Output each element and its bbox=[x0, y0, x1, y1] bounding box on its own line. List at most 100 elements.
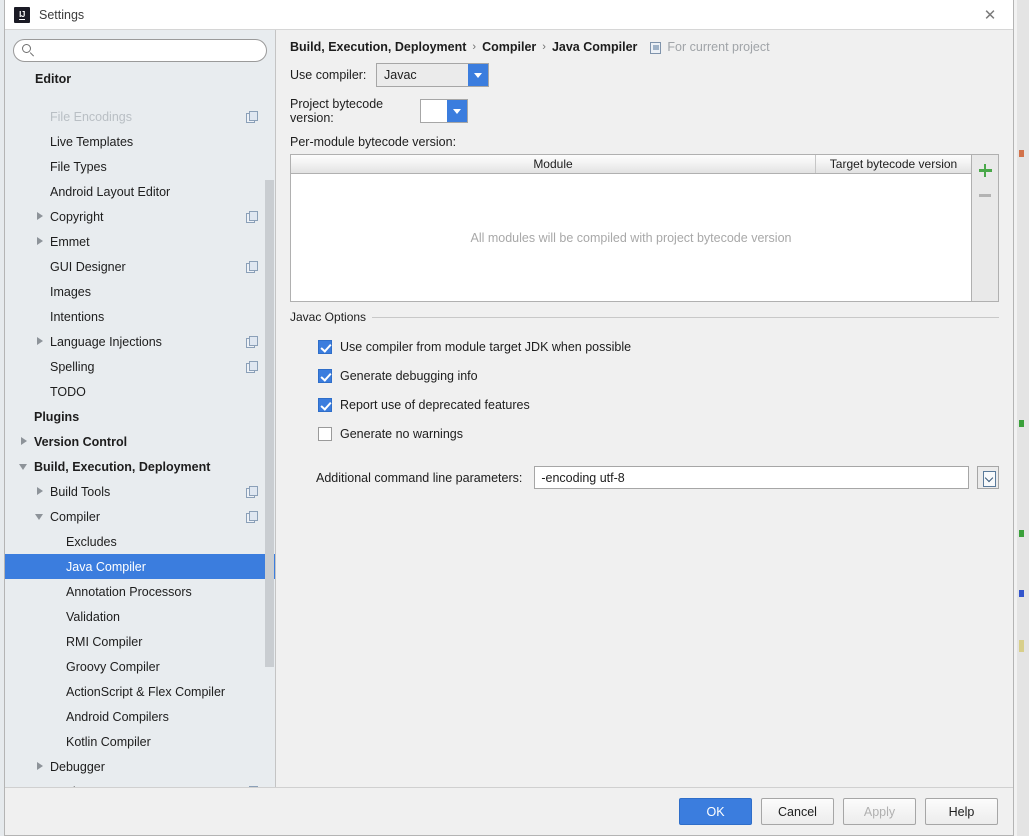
chevron-collapsed-icon[interactable] bbox=[35, 786, 46, 787]
checkbox-report-use-of-deprecated-features[interactable] bbox=[318, 398, 332, 412]
javac-option-row[interactable]: Report use of deprecated features bbox=[318, 392, 999, 417]
sidebar-item-actionscript-flex-compiler[interactable]: ActionScript & Flex Compiler bbox=[5, 679, 275, 704]
chevron-expanded-icon[interactable] bbox=[35, 511, 46, 522]
twisty-placeholder bbox=[35, 386, 46, 397]
sidebar-item-build-tools[interactable]: Build Tools bbox=[5, 479, 275, 504]
per-module-table: Module Target bytecode version All modul… bbox=[290, 154, 972, 302]
breadcrumb-item-compiler[interactable]: Compiler bbox=[482, 40, 536, 54]
additional-params-input[interactable] bbox=[534, 466, 969, 489]
sidebar-item-label: ActionScript & Flex Compiler bbox=[66, 685, 225, 699]
remove-module-button[interactable] bbox=[973, 183, 998, 208]
copy-settings-icon[interactable] bbox=[246, 511, 257, 522]
javac-option-label: Use compiler from module target JDK when… bbox=[340, 340, 631, 354]
breadcrumb-item-java-compiler[interactable]: Java Compiler bbox=[552, 40, 637, 54]
chevron-collapsed-icon[interactable] bbox=[35, 336, 46, 347]
sidebar-item-debugger[interactable]: Debugger bbox=[5, 754, 275, 779]
sidebar-item-annotation-processors[interactable]: Annotation Processors bbox=[5, 579, 275, 604]
sidebar-item-language-injections[interactable]: Language Injections bbox=[5, 329, 275, 354]
sidebar-item-todo[interactable]: TODO bbox=[5, 379, 275, 404]
sidebar-item-groovy-compiler[interactable]: Groovy Compiler bbox=[5, 654, 275, 679]
sidebar-item-gui-designer[interactable]: GUI Designer bbox=[5, 254, 275, 279]
sidebar-item-excludes[interactable]: Excludes bbox=[5, 529, 275, 554]
sidebar-item-deployment[interactable]: Deployment bbox=[5, 779, 275, 787]
help-button[interactable]: Help bbox=[925, 798, 998, 825]
sidebar-item-intentions[interactable]: Intentions bbox=[5, 304, 275, 329]
cancel-button[interactable]: Cancel bbox=[761, 798, 834, 825]
background-artifact bbox=[1019, 150, 1024, 157]
chevron-down-icon[interactable] bbox=[447, 100, 467, 122]
sidebar-item-validation[interactable]: Validation bbox=[5, 604, 275, 629]
copy-settings-icon[interactable] bbox=[246, 336, 257, 347]
twisty-placeholder bbox=[51, 611, 62, 622]
javac-option-row[interactable]: Use compiler from module target JDK when… bbox=[318, 334, 999, 359]
search-input[interactable] bbox=[39, 43, 258, 59]
sidebar-item-copyright[interactable]: Copyright bbox=[5, 204, 275, 229]
sidebar-item-version-control[interactable]: Version Control bbox=[5, 429, 275, 454]
sidebar-item-spelling[interactable]: Spelling bbox=[5, 354, 275, 379]
sidebar-item-file-encodings[interactable]: File Encodings bbox=[5, 104, 275, 129]
add-module-button[interactable] bbox=[973, 158, 998, 183]
table-header-row: Module Target bytecode version bbox=[291, 155, 971, 174]
sidebar-item-label: Images bbox=[50, 285, 91, 299]
copy-settings-icon[interactable] bbox=[246, 361, 257, 372]
sidebar-item-compiler[interactable]: Compiler bbox=[5, 504, 275, 529]
sidebar-item-rmi-compiler[interactable]: RMI Compiler bbox=[5, 629, 275, 654]
ok-button[interactable]: OK bbox=[679, 798, 752, 825]
sidebar-sticky-group-editor[interactable]: Editor bbox=[5, 68, 268, 90]
column-header-module[interactable]: Module bbox=[291, 155, 816, 173]
sidebar-scrollbar-thumb[interactable] bbox=[265, 180, 274, 667]
sidebar-item-file-types[interactable]: File Types bbox=[5, 154, 275, 179]
chevron-collapsed-icon[interactable] bbox=[19, 436, 30, 447]
twisty-placeholder bbox=[35, 161, 46, 172]
sidebar-item-label: Compiler bbox=[50, 510, 100, 524]
sidebar-item-label: Live Templates bbox=[50, 135, 133, 149]
sidebar-item-label: Spelling bbox=[50, 360, 94, 374]
use-compiler-combobox[interactable]: Javac bbox=[376, 63, 489, 87]
chevron-expanded-icon[interactable] bbox=[19, 461, 30, 472]
javac-option-row[interactable]: Generate debugging info bbox=[318, 363, 999, 388]
breadcrumb-item-build[interactable]: Build, Execution, Deployment bbox=[290, 40, 466, 54]
copy-settings-icon[interactable] bbox=[246, 261, 257, 272]
twisty-placeholder bbox=[35, 136, 46, 147]
copy-settings-icon[interactable] bbox=[246, 211, 257, 222]
sidebar-item-label: Language Injections bbox=[50, 335, 162, 349]
settings-dialog: IJ Settings ✕ Editor File EncodingsLive … bbox=[4, 0, 1014, 836]
javac-option-row[interactable]: Generate no warnings bbox=[318, 421, 999, 446]
search-box[interactable] bbox=[13, 39, 267, 62]
per-module-table-section: Module Target bytecode version All modul… bbox=[290, 154, 999, 302]
checkbox-generate-no-warnings[interactable] bbox=[318, 427, 332, 441]
sidebar-item-build-execution-deployment[interactable]: Build, Execution, Deployment bbox=[5, 454, 275, 479]
sidebar-item-live-templates[interactable]: Live Templates bbox=[5, 129, 275, 154]
copy-settings-icon[interactable] bbox=[246, 111, 257, 122]
column-header-target-bytecode-version[interactable]: Target bytecode version bbox=[816, 155, 971, 173]
chevron-collapsed-icon[interactable] bbox=[35, 761, 46, 772]
chevron-collapsed-icon[interactable] bbox=[35, 236, 46, 247]
background-artifact bbox=[1019, 590, 1024, 597]
sidebar-item-android-layout-editor[interactable]: Android Layout Editor bbox=[5, 179, 275, 204]
close-icon[interactable]: ✕ bbox=[967, 0, 1013, 29]
sidebar-item-label: Kotlin Compiler bbox=[66, 735, 151, 749]
sidebar-item-label: Emmet bbox=[50, 235, 90, 249]
sidebar-item-plugins[interactable]: Plugins bbox=[5, 404, 275, 429]
settings-main-panel: Build, Execution, Deployment › Compiler … bbox=[276, 30, 1013, 787]
table-body[interactable]: All modules will be compiled with projec… bbox=[291, 174, 971, 301]
chevron-collapsed-icon[interactable] bbox=[35, 486, 46, 497]
twisty-placeholder bbox=[35, 111, 46, 122]
chevron-collapsed-icon[interactable] bbox=[35, 211, 46, 222]
checkbox-generate-debugging-info[interactable] bbox=[318, 369, 332, 383]
breadcrumb-separator: › bbox=[542, 41, 546, 53]
expand-editor-icon[interactable] bbox=[977, 466, 999, 489]
copy-settings-icon[interactable] bbox=[246, 486, 257, 497]
chevron-down-icon[interactable] bbox=[468, 64, 488, 86]
sidebar-item-emmet[interactable]: Emmet bbox=[5, 229, 275, 254]
sidebar-item-android-compilers[interactable]: Android Compilers bbox=[5, 704, 275, 729]
project-bytecode-combobox[interactable] bbox=[420, 99, 468, 123]
copy-settings-icon[interactable] bbox=[246, 786, 257, 787]
sidebar-item-kotlin-compiler[interactable]: Kotlin Compiler bbox=[5, 729, 275, 754]
breadcrumb-separator: › bbox=[472, 41, 476, 53]
twisty-placeholder bbox=[19, 411, 30, 422]
checkbox-use-compiler-from-module-target-jdk-when-possible[interactable] bbox=[318, 340, 332, 354]
sidebar-item-images[interactable]: Images bbox=[5, 279, 275, 304]
sidebar-item-label: Android Compilers bbox=[66, 710, 169, 724]
sidebar-item-java-compiler[interactable]: Java Compiler bbox=[5, 554, 275, 579]
